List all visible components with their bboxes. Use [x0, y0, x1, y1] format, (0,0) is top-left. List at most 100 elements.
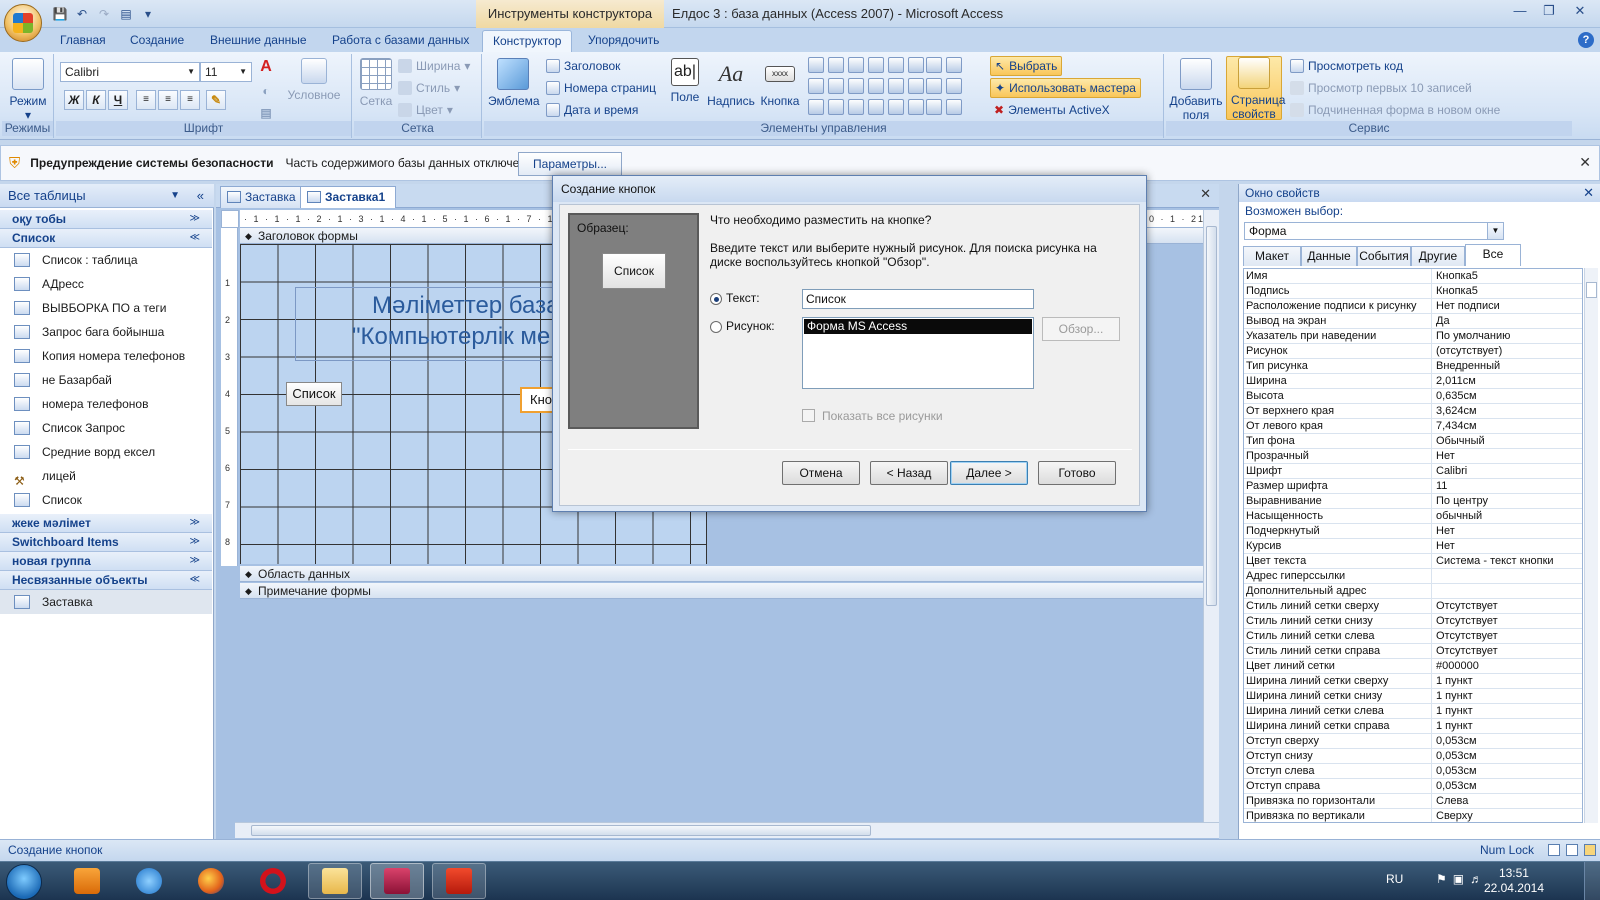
page-break-icon[interactable]	[888, 99, 904, 115]
nav-group-switchboard[interactable]: Switchboard Items ≫	[0, 533, 212, 552]
subform-new-window-button[interactable]: Подчиненная форма в новом окне	[1290, 100, 1500, 120]
redo-icon[interactable]: ↷	[96, 6, 112, 22]
property-row[interactable]: Отступ сверху 0,053см	[1244, 734, 1582, 749]
property-row[interactable]: Тип фона Обычный	[1244, 434, 1582, 449]
font-size-select[interactable]: 11 ▼	[200, 62, 252, 82]
nav-item[interactable]: ⚒ лицей	[0, 464, 212, 488]
language-indicator[interactable]: RU	[1386, 872, 1403, 886]
button-text-input[interactable]: Список	[802, 289, 1034, 309]
property-row[interactable]: Курсив Нет	[1244, 539, 1582, 554]
property-row[interactable]: Цвет текста Система - текст кнопки	[1244, 554, 1582, 569]
nav-item[interactable]: Список	[0, 488, 212, 512]
unbound-frame-icon[interactable]	[908, 78, 924, 94]
close-icon[interactable]: ✕	[1579, 154, 1591, 171]
start-button[interactable]	[6, 864, 42, 900]
nav-group-new[interactable]: новая группа ≫	[0, 552, 212, 571]
rectangle-icon[interactable]	[808, 78, 824, 94]
format-painter-icon[interactable]: ✎	[206, 90, 226, 110]
security-options-button[interactable]: Параметры...	[518, 152, 622, 176]
network-icon[interactable]: ▣	[1453, 872, 1470, 886]
conditional-format-button[interactable]: Условное	[284, 58, 344, 102]
property-value[interactable]	[1436, 569, 1582, 584]
chevron-down-icon[interactable]: ▼	[1487, 223, 1503, 239]
taskbar-ie[interactable]	[122, 863, 176, 899]
add-fields-button[interactable]: Добавить поля	[1168, 58, 1224, 122]
nav-item[interactable]: Запрос бага бойынша	[0, 320, 212, 344]
line-type-icon[interactable]	[946, 57, 962, 73]
section-detail[interactable]: Область данных	[240, 566, 1218, 582]
chevron-down-icon[interactable]: ▼	[170, 184, 180, 208]
property-value[interactable]: 11	[1436, 479, 1582, 494]
taskbar-opera[interactable]	[246, 863, 300, 899]
line-style-icon[interactable]	[926, 78, 942, 94]
picture-list-item[interactable]: Форма MS Access	[804, 319, 1032, 334]
cancel-button[interactable]: Отмена	[782, 461, 860, 485]
scroll-thumb[interactable]	[251, 825, 871, 836]
restore-icon[interactable]: ❐	[1535, 2, 1563, 20]
property-row[interactable]: Тип рисунка Внедренный	[1244, 359, 1582, 374]
property-value[interactable]: 0,053см	[1436, 734, 1582, 749]
frame-icon[interactable]	[868, 78, 884, 94]
close-icon[interactable]: ✕	[1200, 186, 1211, 202]
property-value[interactable]: Слева	[1436, 794, 1582, 809]
doc-tab-zastavka1[interactable]: Заставка1	[300, 186, 397, 208]
tab-control-icon[interactable]	[808, 57, 824, 73]
tab-create[interactable]: Создание	[120, 30, 194, 52]
property-row[interactable]: Дополнительный адрес	[1244, 584, 1582, 599]
property-value[interactable]: Отсутствует	[1436, 614, 1582, 629]
grid-color-button[interactable]: Цвет ▾	[398, 100, 453, 120]
property-sheet-button[interactable]: Страница свойств	[1226, 56, 1285, 121]
nav-group-unlinked[interactable]: Несвязанные объекты ≪	[0, 571, 212, 590]
property-row[interactable]: Стиль линий сетки сверху Отсутствует	[1244, 599, 1582, 614]
nav-header[interactable]: Все таблицы ▼ «	[0, 184, 214, 208]
property-value[interactable]: 3,624см	[1436, 404, 1582, 419]
view-icon[interactable]: ▤	[118, 6, 134, 22]
grid-width-button[interactable]: Ширина ▾	[398, 56, 470, 76]
property-value[interactable]: Нет	[1436, 449, 1582, 464]
line-icon[interactable]	[828, 57, 844, 73]
flag-icon[interactable]: ⚑	[1436, 872, 1453, 886]
property-value[interactable]: Сверху	[1436, 809, 1582, 822]
layout-view-icon[interactable]	[1566, 844, 1578, 856]
property-row[interactable]: Имя Кнопка5	[1244, 269, 1582, 284]
line-thickness-icon[interactable]	[926, 57, 942, 73]
property-row[interactable]: Насыщенность обычный	[1244, 509, 1582, 524]
property-value[interactable]: (отсутствует)	[1436, 344, 1582, 359]
prop-tab-events[interactable]: События	[1357, 246, 1411, 266]
controls-gallery[interactable]	[806, 56, 926, 119]
label-button[interactable]: Aa Надпись	[706, 58, 756, 108]
property-row[interactable]: Ширина линий сетки справа 1 пункт	[1244, 719, 1582, 734]
new-command-button[interactable]: Кно	[520, 387, 554, 413]
activex-button[interactable]: ✖ Элементы ActiveX	[994, 100, 1110, 120]
property-value[interactable]: 2,011см	[1436, 374, 1582, 389]
property-row[interactable]: Прозрачный Нет	[1244, 449, 1582, 464]
property-row[interactable]: Стиль линий сетки слева Отсутствует	[1244, 629, 1582, 644]
prop-tab-all[interactable]: Все	[1465, 244, 1521, 266]
property-row[interactable]: Рисунок (отсутствует)	[1244, 344, 1582, 359]
property-value[interactable]: 0,053см	[1436, 779, 1582, 794]
checkbox-icon[interactable]	[828, 78, 844, 94]
subform-icon[interactable]	[888, 57, 904, 73]
nav-group-zheke-malimet[interactable]: жеке мәлімет ≫	[0, 514, 212, 533]
grid-style-button[interactable]: Стиль ▾	[398, 78, 460, 98]
property-value[interactable]: Calibri	[1436, 464, 1582, 479]
align-center-button[interactable]: ≡	[158, 90, 178, 110]
nav-item[interactable]: Заставка	[0, 590, 212, 614]
property-value[interactable]: Отсутствует	[1436, 599, 1582, 614]
nav-item[interactable]: Копия номера телефонов	[0, 344, 212, 368]
date-time-button[interactable]: Дата и время	[546, 100, 638, 120]
nav-item[interactable]: номера телефонов	[0, 392, 212, 416]
taskbar-media-player[interactable]	[60, 863, 114, 899]
property-value[interactable]: Система - текст кнопки	[1436, 554, 1582, 569]
property-row[interactable]: Отступ снизу 0,053см	[1244, 749, 1582, 764]
property-value[interactable]: 0,635см	[1436, 389, 1582, 404]
pencil-icon[interactable]	[926, 99, 942, 115]
tab-database-tools[interactable]: Работа с базами данных	[322, 30, 479, 52]
list-command-button[interactable]: Список	[286, 382, 342, 406]
property-row[interactable]: Привязка по вертикали Сверху	[1244, 809, 1582, 822]
view-code-button[interactable]: Просмотреть код	[1290, 56, 1403, 76]
browse-button[interactable]: Обзор...	[1042, 317, 1120, 341]
show-desktop-button[interactable]	[1584, 862, 1600, 900]
font-color-icon[interactable]: A	[256, 58, 276, 78]
property-row[interactable]: От верхнего края 3,624см	[1244, 404, 1582, 419]
